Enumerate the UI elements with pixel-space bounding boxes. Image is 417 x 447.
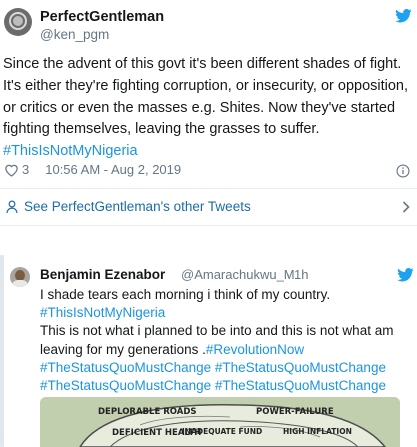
timestamp[interactable]: 10:56 AM - Aug 2, 2019 — [45, 162, 181, 177]
chevron-right-icon[interactable] — [402, 201, 410, 213]
handle[interactable]: @Amarachukwu_M — [181, 267, 295, 282]
hashtag-link[interactable]: #ThisIsNotMyNigeria — [40, 304, 415, 322]
tweet-line: This is not what i planned to be into an… — [40, 323, 394, 339]
display-name[interactable]: PerfectGentleman — [40, 9, 164, 25]
relative-time[interactable]: · 1h — [286, 267, 308, 282]
like-count[interactable]: 3 — [22, 162, 29, 177]
image-label: INADEQUATE FUND — [182, 427, 262, 436]
image-label: HIGH INFLATION — [283, 427, 352, 436]
tweet-line: leaving for my generations .#RevolutionN… — [40, 341, 415, 359]
tweet-line: I shade tears each morning i think of my… — [40, 287, 331, 302]
tweet-line: or critics or even the masses e.g. Shite… — [3, 99, 396, 116]
twitter-bird-icon[interactable] — [395, 9, 412, 23]
tweet-line-text: leaving for my generations . — [40, 341, 206, 357]
cartoon-illustration: DEPLORABLE ROADS POWER-FAILURE DEFICIENT… — [40, 397, 400, 447]
image-label: DEPLORABLE ROADS — [98, 407, 197, 417]
heart-icon[interactable] — [4, 163, 19, 177]
image-label: POWER-FAILURE — [256, 407, 334, 417]
person-icon — [6, 200, 18, 214]
display-name[interactable]: Benjamin Ezenabor — [40, 267, 165, 282]
tweet-line: Since the advent of this govt it's been … — [3, 56, 402, 72]
twitter-bird-icon[interactable] — [397, 268, 414, 282]
quoted-tweet-text: I shade tears each morning i think of my… — [40, 286, 415, 395]
divider — [0, 225, 417, 226]
tweet-text: Since the advent of this govt it's been … — [3, 54, 413, 163]
see-more-label[interactable]: See PerfectGentleman's other Tweets — [24, 199, 251, 214]
avatar-center — [13, 16, 23, 26]
thread-line — [0, 255, 4, 447]
hashtag-link[interactable]: #TheStatusQuoMustChange #TheStatusQuoMus… — [40, 359, 415, 377]
avatar[interactable] — [10, 267, 30, 287]
tweet-line: It's either they're fighting corruption,… — [3, 77, 409, 94]
hashtag-link[interactable]: #TheStatusQuoMustChange #TheStatusQuoMus… — [40, 377, 415, 395]
tweet-meta: 3 10:56 AM - Aug 2, 2019 — [4, 162, 181, 177]
tweet-line: fighting themselves, leaving the grasses… — [3, 121, 320, 138]
info-icon[interactable] — [396, 164, 410, 178]
cartoon-image[interactable]: DEPLORABLE ROADS POWER-FAILURE DEFICIENT… — [40, 397, 400, 447]
hashtag-link[interactable]: #ThisIsNotMyNigeria — [3, 141, 413, 163]
avatar[interactable] — [4, 8, 32, 36]
avatar-body — [12, 280, 28, 287]
handle[interactable]: @ken_pgm — [40, 27, 109, 42]
separator: · — [286, 267, 291, 282]
see-more-tweets-link[interactable]: See PerfectGentleman's other Tweets — [0, 189, 417, 225]
hashtag-link[interactable]: #RevolutionNow — [206, 342, 304, 357]
time-ago[interactable]: 1h — [294, 267, 308, 282]
